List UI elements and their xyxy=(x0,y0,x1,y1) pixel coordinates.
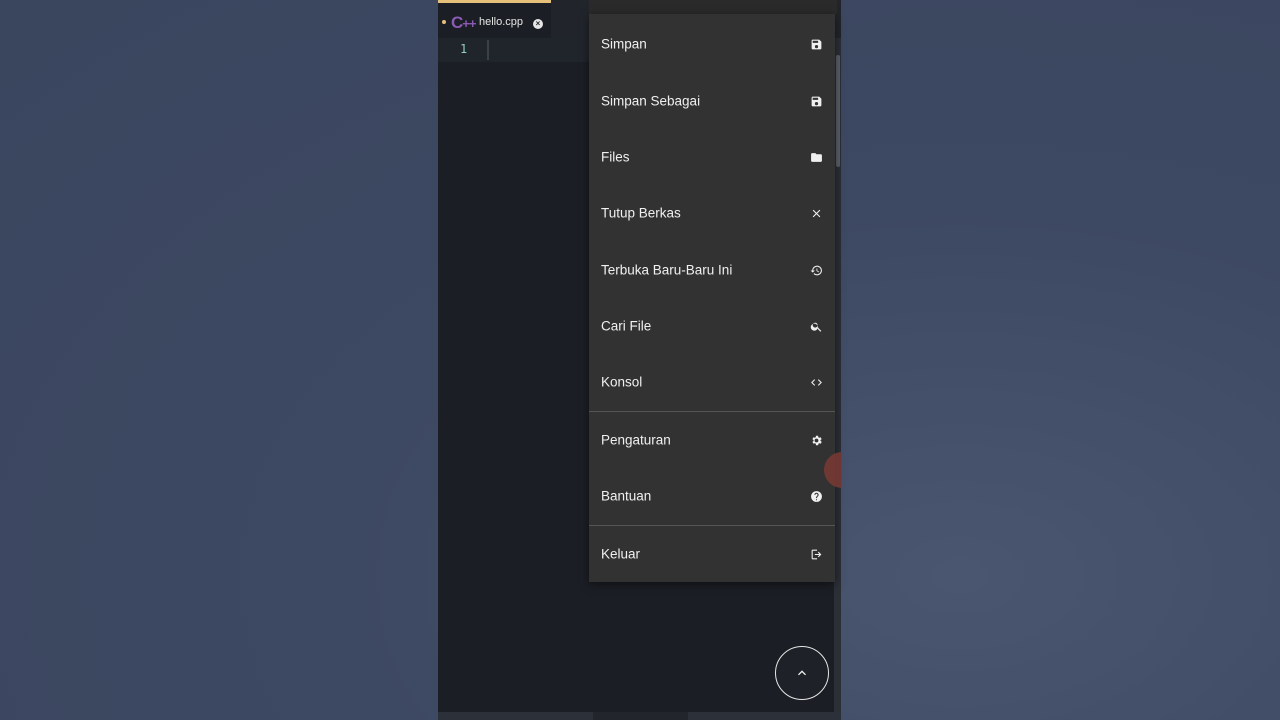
menu-item-cari-file[interactable]: Cari File xyxy=(589,298,835,354)
menu-item-keluar[interactable]: Keluar xyxy=(589,526,835,582)
history-icon xyxy=(809,263,823,277)
save-icon xyxy=(809,37,823,51)
menu-item-terbuka-baru-baru-ini[interactable]: Terbuka Baru-Baru Ini xyxy=(589,242,835,298)
save-as-icon xyxy=(809,94,823,108)
menu-item-label: Konsol xyxy=(601,374,643,390)
menu-item-label: Terbuka Baru-Baru Ini xyxy=(601,262,733,278)
menu-item-label: Files xyxy=(601,149,630,165)
scroll-up-button[interactable] xyxy=(775,646,829,700)
menu-item-label: Pengaturan xyxy=(601,432,671,448)
menu-item-label: Tutup Berkas xyxy=(601,205,681,221)
menu-item-label: Bantuan xyxy=(601,488,652,504)
menu-item-bantuan[interactable]: Bantuan xyxy=(589,468,835,524)
cpp-file-icon: C++ xyxy=(451,13,476,32)
close-icon xyxy=(809,206,823,220)
menu-item-files[interactable]: Files xyxy=(589,129,835,185)
file-menu: Simpan Simpan Sebagai Files Tutup Berkas… xyxy=(589,14,835,582)
menu-item-label: Simpan xyxy=(601,36,647,52)
chevron-up-icon xyxy=(798,670,806,676)
menu-item-simpan-sebagai[interactable]: Simpan Sebagai xyxy=(589,73,835,129)
modified-indicator xyxy=(442,20,446,24)
text-cursor xyxy=(487,40,489,60)
menu-item-label: Simpan Sebagai xyxy=(601,93,701,109)
tab-hello-cpp[interactable]: C++ hello.cpp × xyxy=(438,0,551,38)
tab-close-icon[interactable]: × xyxy=(533,19,543,29)
menu-item-pengaturan[interactable]: Pengaturan xyxy=(589,412,835,468)
line-number: 1 xyxy=(460,42,468,56)
tab-filename: hello.cpp xyxy=(479,16,524,28)
menu-item-konsol[interactable]: Konsol xyxy=(589,354,835,410)
menu-item-label: Keluar xyxy=(601,546,641,562)
menu-item-label: Cari File xyxy=(601,318,652,334)
menu-header xyxy=(589,0,837,14)
bottom-bar xyxy=(438,712,841,720)
scrollbar-thumb[interactable] xyxy=(836,55,840,167)
menu-item-simpan[interactable]: Simpan xyxy=(589,16,835,72)
code-icon xyxy=(809,375,823,389)
logout-icon xyxy=(809,547,823,561)
folder-icon xyxy=(809,150,823,164)
gear-icon xyxy=(809,433,823,447)
menu-item-tutup-berkas[interactable]: Tutup Berkas xyxy=(589,185,835,241)
search-icon xyxy=(809,319,823,333)
help-icon xyxy=(809,489,823,503)
